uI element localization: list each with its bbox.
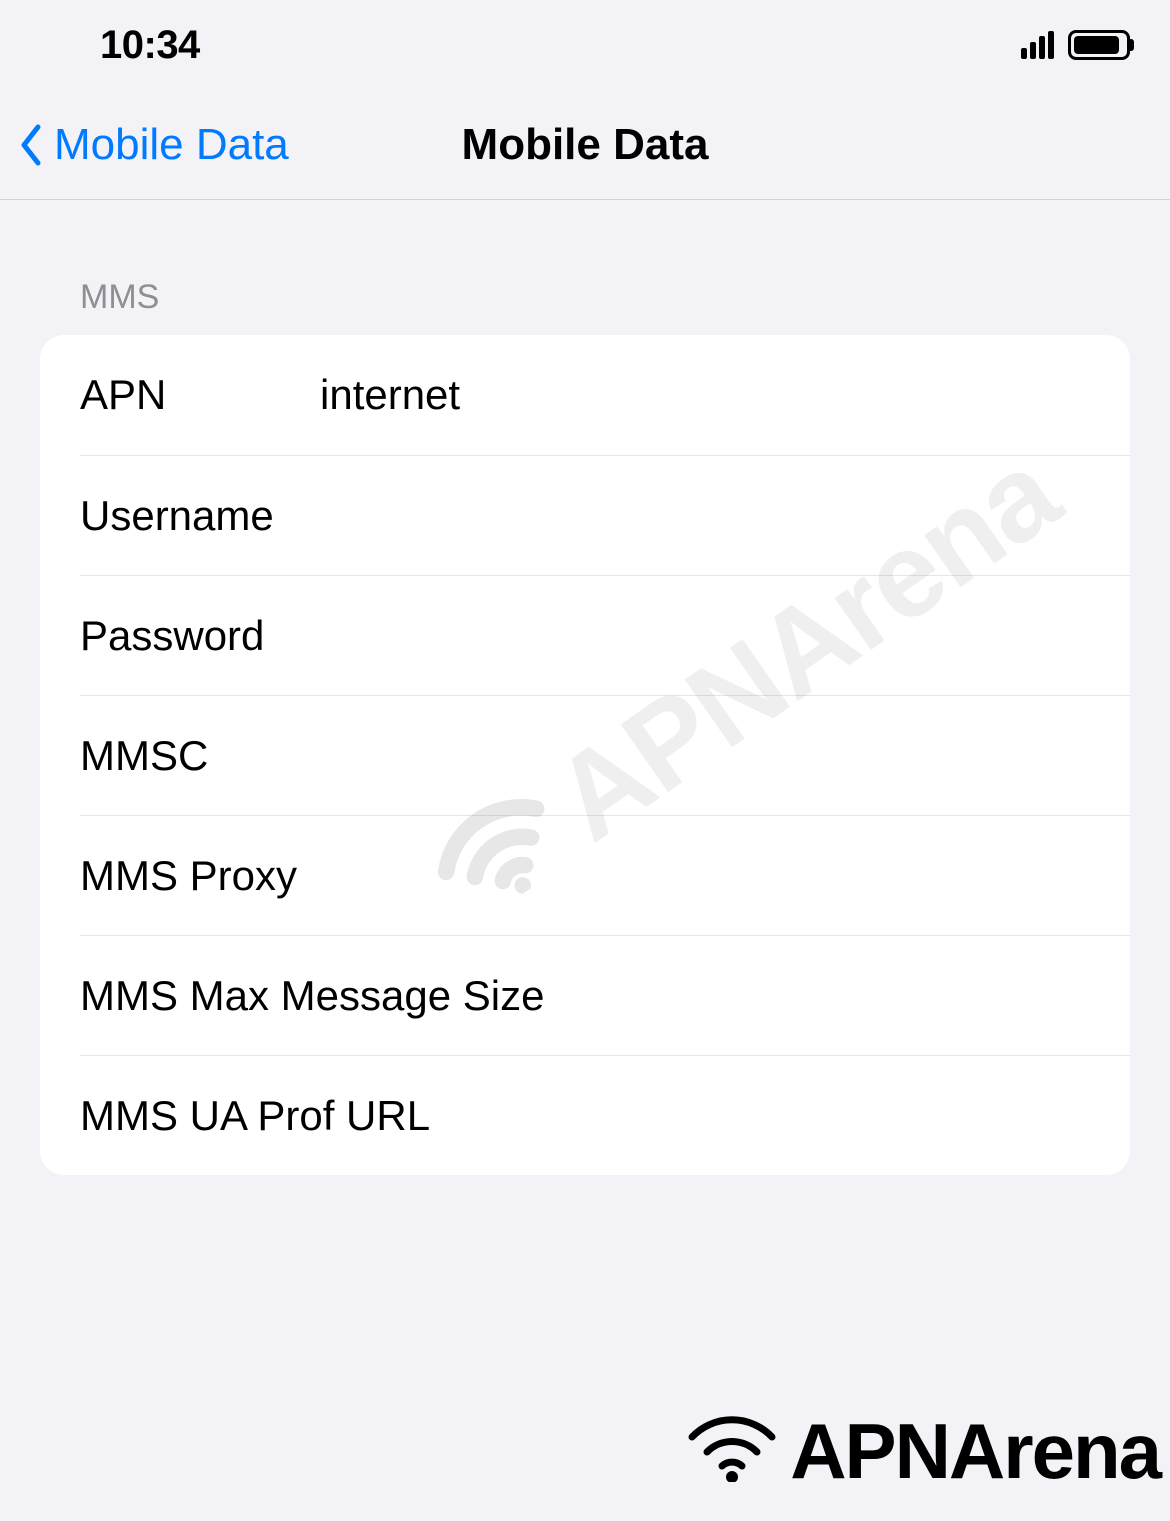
mms-proxy-input[interactable] xyxy=(297,852,1130,900)
back-button-label: Mobile Data xyxy=(54,120,289,170)
settings-row-mmsc[interactable]: MMSC xyxy=(80,695,1130,815)
settings-row-mms-ua-prof[interactable]: MMS UA Prof URL xyxy=(80,1055,1130,1175)
settings-group: APN Username Password MMSC MMS Proxy MMS… xyxy=(40,335,1130,1175)
mms-ua-prof-input[interactable] xyxy=(430,1092,1130,1140)
username-input[interactable] xyxy=(320,492,1130,540)
settings-row-mms-max-size[interactable]: MMS Max Message Size xyxy=(80,935,1130,1055)
apn-input[interactable] xyxy=(320,371,1130,419)
password-input[interactable] xyxy=(320,612,1130,660)
row-label-apn: APN xyxy=(80,371,320,419)
mms-max-size-input[interactable] xyxy=(544,972,1130,1020)
status-indicators xyxy=(1021,30,1130,60)
settings-row-password[interactable]: Password xyxy=(80,575,1130,695)
status-time: 10:34 xyxy=(100,23,200,68)
status-bar: 10:34 xyxy=(0,0,1170,90)
section-header-mms: MMS xyxy=(40,200,1130,335)
row-label-mms-max-size: MMS Max Message Size xyxy=(80,972,544,1020)
back-button[interactable]: Mobile Data xyxy=(18,120,289,170)
battery-icon xyxy=(1068,30,1130,60)
wifi-icon xyxy=(682,1402,782,1501)
settings-row-username[interactable]: Username xyxy=(80,455,1130,575)
row-label-password: Password xyxy=(80,612,320,660)
mmsc-input[interactable] xyxy=(320,732,1130,780)
row-label-mms-ua-prof: MMS UA Prof URL xyxy=(80,1092,430,1140)
brand-text: APNArena xyxy=(790,1406,1160,1497)
footer-brand: APNArena xyxy=(682,1402,1160,1501)
row-label-mms-proxy: MMS Proxy xyxy=(80,852,297,900)
page-title: Mobile Data xyxy=(462,120,709,170)
chevron-left-icon xyxy=(18,124,44,166)
settings-row-apn[interactable]: APN xyxy=(40,335,1130,455)
content-area: MMS APN Username Password MMSC MMS Proxy… xyxy=(0,200,1170,1175)
row-label-username: Username xyxy=(80,492,320,540)
cellular-signal-icon xyxy=(1021,31,1054,59)
settings-row-mms-proxy[interactable]: MMS Proxy xyxy=(80,815,1130,935)
navigation-bar: Mobile Data Mobile Data xyxy=(0,90,1170,200)
row-label-mmsc: MMSC xyxy=(80,732,320,780)
